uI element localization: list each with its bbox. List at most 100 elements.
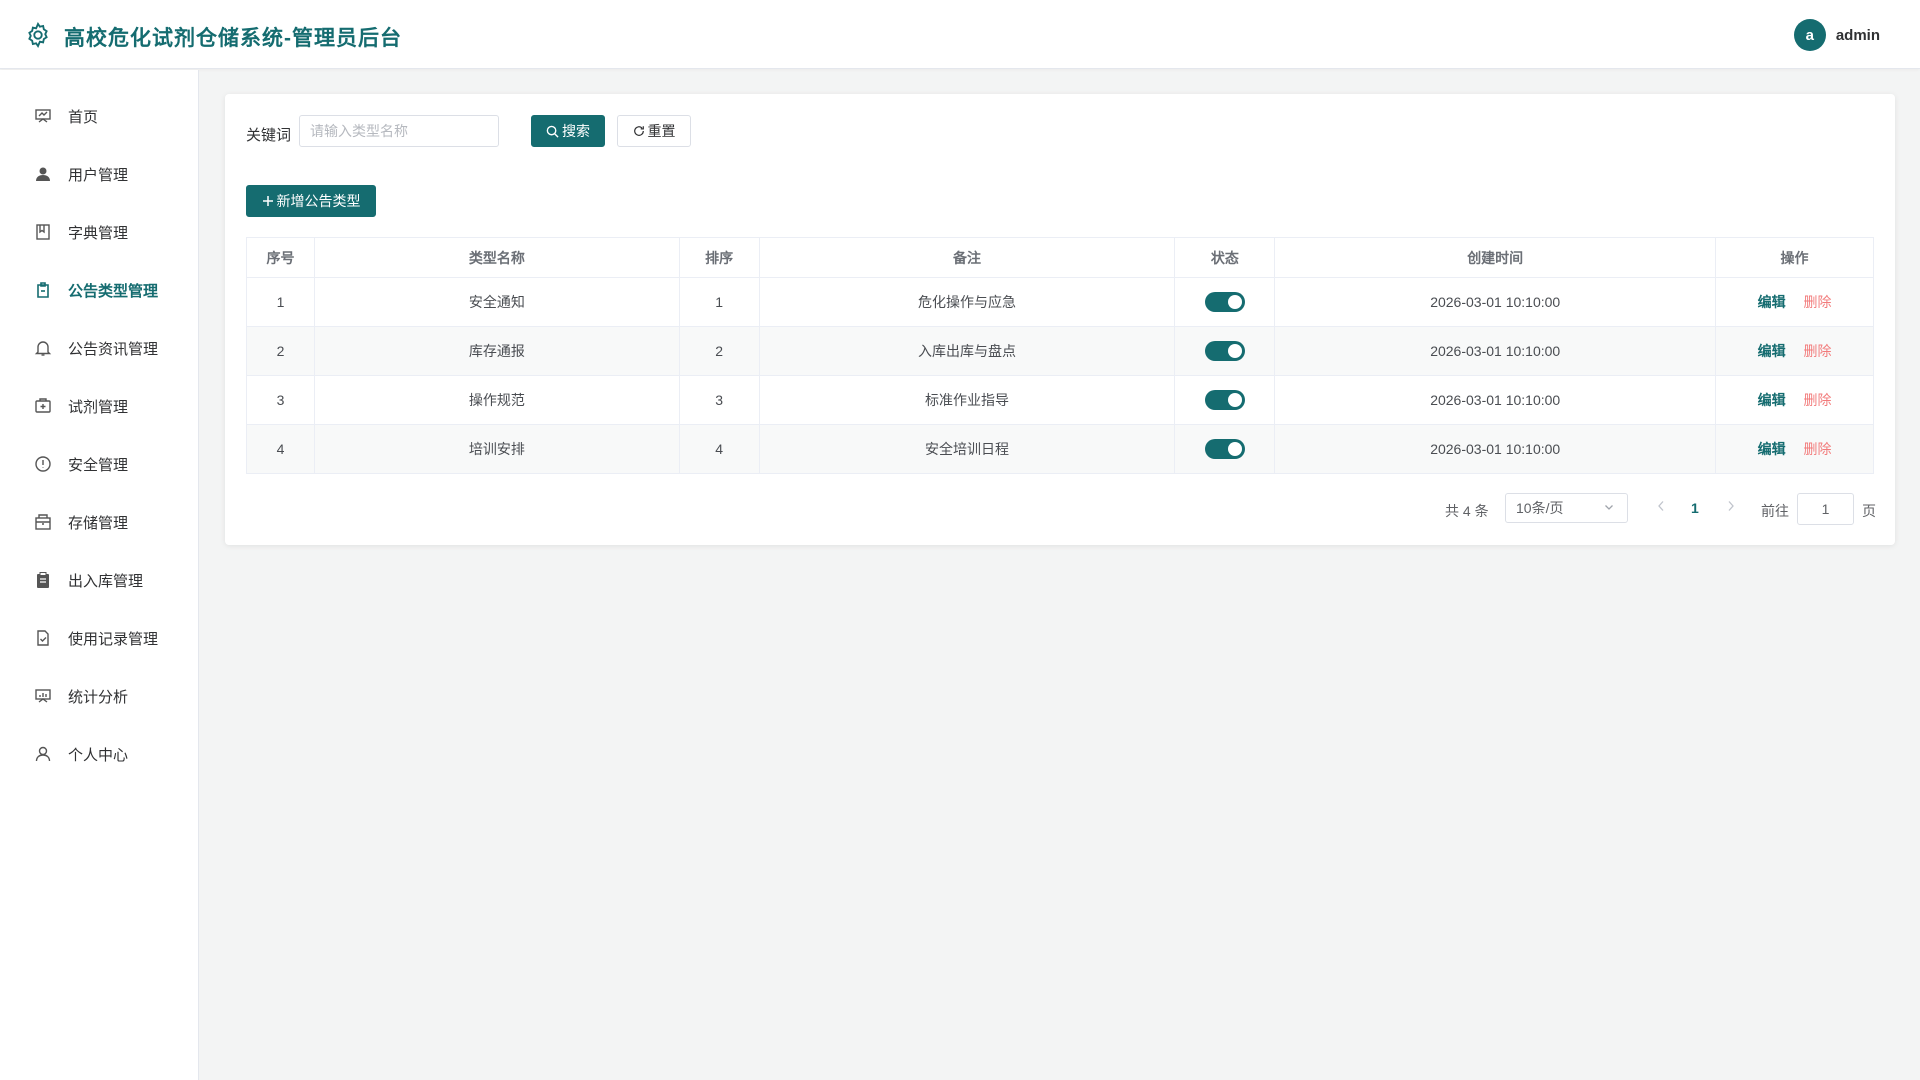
storage-icon xyxy=(34,513,52,531)
goto-label: 前往 xyxy=(1761,503,1789,519)
table-row: 3 操作规范 3 标准作业指导 2026-03-01 10:10:00 编辑 删… xyxy=(246,375,1874,425)
sidebar-item-label: 使用记录管理 xyxy=(68,630,159,648)
column-header-name: 类型名称 xyxy=(314,237,680,278)
search-button[interactable]: 搜索 xyxy=(531,115,605,147)
cell-remark: 入库出库与盘点 xyxy=(759,326,1176,376)
username[interactable]: admin xyxy=(1836,27,1880,44)
cell-remark: 安全培训日程 xyxy=(759,424,1176,474)
sidebar-item-inout[interactable]: 出入库管理 xyxy=(0,555,199,605)
sidebar-item-storage[interactable]: 存储管理 xyxy=(0,497,199,547)
sidebar-item-reagent[interactable]: 试剂管理 xyxy=(0,381,199,431)
sidebar-item-dictionary[interactable]: 字典管理 xyxy=(0,207,199,257)
sidebar-item-label: 字典管理 xyxy=(68,224,129,242)
add-button-label: 新增公告类型 xyxy=(276,193,361,209)
goto-page-input[interactable] xyxy=(1797,493,1854,525)
cell-actions: 编辑 删除 xyxy=(1715,375,1874,425)
status-toggle[interactable] xyxy=(1204,439,1245,459)
add-notice-type-button[interactable]: 新增公告类型 xyxy=(246,185,376,217)
column-header-status: 状态 xyxy=(1174,237,1276,278)
cell-index: 2 xyxy=(246,326,315,376)
cell-sort: 4 xyxy=(679,424,760,474)
table-header-row: 序号 类型名称 排序 备注 状态 创建时间 操作 xyxy=(246,237,1874,278)
sidebar-item-label: 统计分析 xyxy=(68,688,129,706)
sidebar-item-statistics[interactable]: 统计分析 xyxy=(0,671,199,721)
sidebar-item-label: 公告资讯管理 xyxy=(68,340,159,358)
table-row: 2 库存通报 2 入库出库与盘点 2026-03-01 10:10:00 编辑 … xyxy=(246,326,1874,376)
table-row: 1 安全通知 1 危化操作与应急 2026-03-01 10:10:00 编辑 … xyxy=(246,277,1874,327)
cell-name: 培训安排 xyxy=(314,424,680,474)
cell-status xyxy=(1174,424,1276,474)
sidebar-item-safety[interactable]: 安全管理 xyxy=(0,439,199,489)
cell-sort: 2 xyxy=(679,326,760,376)
top-header: 高校危化试剂仓储系统-管理员后台 a admin xyxy=(0,0,1920,69)
sidebar-item-users[interactable]: 用户管理 xyxy=(0,149,199,199)
cell-name: 库存通报 xyxy=(314,326,680,376)
edit-link[interactable]: 编辑 xyxy=(1758,392,1786,408)
delete-link[interactable]: 删除 xyxy=(1803,441,1831,457)
dictionary-icon xyxy=(34,223,52,241)
chevron-left-icon[interactable] xyxy=(1655,499,1667,513)
pagination-total: 共 4 条 xyxy=(1445,503,1489,519)
notice-type-table: 序号 类型名称 排序 备注 状态 创建时间 操作 1 安全通知 1 危化操作与应… xyxy=(246,237,1874,474)
edit-link[interactable]: 编辑 xyxy=(1758,441,1786,457)
edit-link[interactable]: 编辑 xyxy=(1758,343,1786,359)
cell-index: 1 xyxy=(246,277,315,327)
page-number-current[interactable]: 1 xyxy=(1691,500,1699,516)
sidebar-item-home[interactable]: 首页 xyxy=(0,91,199,141)
cell-actions: 编辑 删除 xyxy=(1715,326,1874,376)
sidebar-item-label: 试剂管理 xyxy=(68,398,129,416)
refresh-icon xyxy=(633,126,644,136)
cell-created: 2026-03-01 10:10:00 xyxy=(1274,277,1717,327)
reset-button[interactable]: 重置 xyxy=(617,115,691,147)
avatar[interactable]: a xyxy=(1793,19,1826,51)
cell-index: 4 xyxy=(246,424,315,474)
bell-icon xyxy=(34,339,52,357)
status-toggle[interactable] xyxy=(1204,390,1245,410)
cell-remark: 标准作业指导 xyxy=(759,375,1176,425)
user-menu[interactable]: a admin xyxy=(1793,19,1880,51)
sidebar-item-profile[interactable]: 个人中心 xyxy=(0,729,199,779)
profile-icon xyxy=(34,745,52,763)
sidebar-item-usage[interactable]: 使用记录管理 xyxy=(0,613,199,663)
reagent-box-icon xyxy=(34,397,52,415)
chart-board-icon xyxy=(34,687,52,705)
delete-link[interactable]: 删除 xyxy=(1803,343,1831,359)
keyword-label: 关键词 xyxy=(246,127,292,144)
sidebar-item-notice-type[interactable]: 公告类型管理 xyxy=(0,265,199,315)
cell-sort: 1 xyxy=(679,277,760,327)
gear-icon xyxy=(28,21,48,49)
dashboard-icon xyxy=(34,107,52,125)
reset-button-label: 重置 xyxy=(647,123,676,139)
column-header-remark: 备注 xyxy=(759,237,1176,278)
cell-actions: 编辑 删除 xyxy=(1715,277,1874,327)
sidebar-item-notice-news[interactable]: 公告资讯管理 xyxy=(0,323,199,373)
cell-name: 操作规范 xyxy=(314,375,680,425)
column-header-actions: 操作 xyxy=(1715,237,1874,278)
cell-status xyxy=(1174,277,1276,327)
sidebar: 首页 用户管理 字典管理 公告类型管理 公告资讯管理 试剂管理 安全管理 存储管… xyxy=(0,70,199,1080)
delete-link[interactable]: 删除 xyxy=(1803,294,1831,310)
notice-type-icon xyxy=(34,281,52,299)
page-size-value: 10条/页 xyxy=(1516,500,1564,516)
search-icon xyxy=(546,125,559,138)
keyword-search-input[interactable] xyxy=(299,115,499,147)
edit-link[interactable]: 编辑 xyxy=(1758,294,1786,310)
status-toggle[interactable] xyxy=(1204,292,1245,312)
status-toggle[interactable] xyxy=(1204,341,1245,361)
cell-status xyxy=(1174,326,1276,376)
document-check-icon xyxy=(34,629,52,647)
cell-status xyxy=(1174,375,1276,425)
cell-remark: 危化操作与应急 xyxy=(759,277,1176,327)
sidebar-item-label: 个人中心 xyxy=(68,746,129,764)
app-title: 高校危化试剂仓储系统-管理员后台 xyxy=(64,27,402,50)
column-header-created: 创建时间 xyxy=(1274,237,1717,278)
sidebar-item-label: 公告类型管理 xyxy=(68,282,159,300)
delete-link[interactable]: 删除 xyxy=(1803,392,1831,408)
chevron-right-icon[interactable] xyxy=(1725,499,1737,513)
cell-sort: 3 xyxy=(679,375,760,425)
sidebar-item-label: 用户管理 xyxy=(68,166,129,184)
cell-created: 2026-03-01 10:10:00 xyxy=(1274,326,1717,376)
page-size-select[interactable]: 10条/页 xyxy=(1505,493,1628,523)
page-suffix-label: 页 xyxy=(1862,503,1876,519)
cell-actions: 编辑 删除 xyxy=(1715,424,1874,474)
